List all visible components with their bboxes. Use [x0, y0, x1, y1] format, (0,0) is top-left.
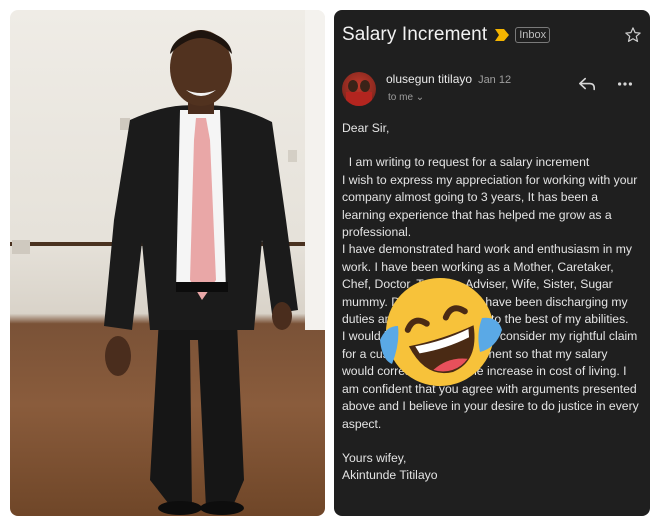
sender-name: olusegun titilayo [386, 72, 473, 86]
avatar-image [346, 80, 372, 106]
photo-man-in-suit [10, 10, 325, 516]
right-shoe [200, 501, 244, 515]
email-signature: Akintunde Titilayo [342, 468, 438, 483]
avatar[interactable] [342, 72, 376, 106]
email-subject: Salary Increment [342, 24, 488, 45]
sender-line: olusegun titilayo Jan 12 [386, 72, 511, 86]
face-with-tears-of-joy-emoji [380, 278, 502, 386]
recipients-toggle[interactable]: to me ⌄ [388, 92, 424, 103]
inbox-label-badge[interactable]: Inbox [515, 27, 551, 43]
subject-row: Salary Increment Inbox [342, 22, 642, 48]
importance-marker-icon[interactable] [495, 29, 510, 41]
left-shoe [158, 501, 202, 515]
left-hand [105, 336, 131, 376]
door-frame [305, 10, 325, 330]
email-date: Jan 12 [478, 74, 512, 86]
trousers [150, 300, 244, 508]
light-switch [120, 118, 130, 130]
star-icon[interactable] [624, 26, 642, 44]
recipients-text: to me [388, 92, 414, 103]
email-greeting: Dear Sir, [342, 121, 390, 135]
chevron-down-icon: ⌄ [415, 92, 425, 103]
email-paragraph-1: I am writing to request for a salary inc… [342, 155, 590, 170]
email-view: Salary Increment Inbox olusegun titilayo… [334, 10, 650, 516]
photo-illustration [10, 10, 325, 515]
more-options-icon[interactable] [616, 76, 634, 92]
belt [176, 282, 228, 292]
right-hand [272, 302, 292, 330]
email-paragraph-2: I wish to express my appreciation for wo… [342, 172, 638, 240]
wall-outlet [12, 240, 30, 254]
email-closing: Yours wifey, [342, 450, 407, 465]
reply-icon[interactable] [578, 76, 596, 92]
wall-socket [288, 150, 297, 162]
